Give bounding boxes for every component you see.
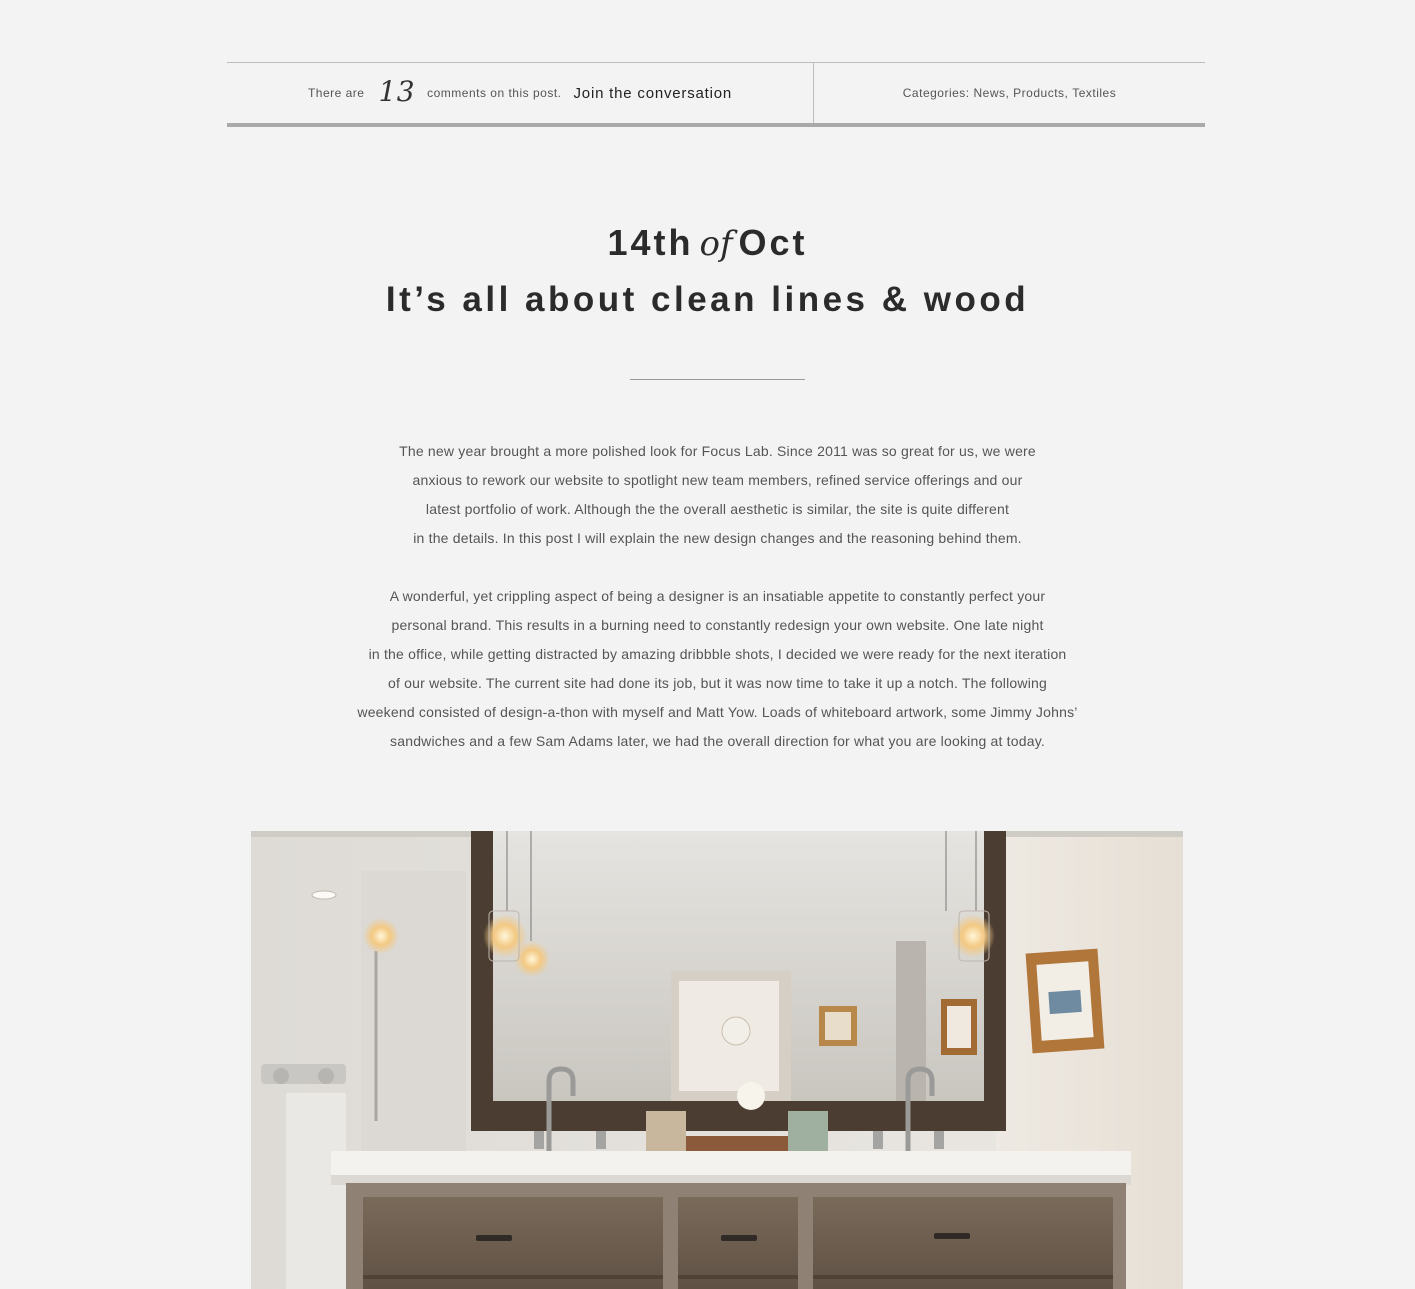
post-date: 14th of Oct xyxy=(0,222,1415,264)
post-date-month: Oct xyxy=(738,222,808,263)
comments-prefix: There are xyxy=(307,86,365,100)
title-divider xyxy=(630,379,805,380)
paragraph-line: A wonderful, yet crippling aspect of bei… xyxy=(389,588,1046,604)
join-conversation-link[interactable]: Join the conversation xyxy=(574,85,733,102)
paragraph-line: weekend consisted of design-a-thon with … xyxy=(357,704,1078,720)
paragraph-line: in the details. In this post I will expl… xyxy=(413,530,1022,546)
paragraph-line: personal brand. This results in a burnin… xyxy=(391,617,1044,633)
post-date-day: 14th xyxy=(607,222,694,263)
category-link-news[interactable]: News xyxy=(973,86,1005,100)
paragraph-line: The new year brought a more polished loo… xyxy=(399,443,1036,459)
category-link-products[interactable]: Products xyxy=(1013,86,1064,100)
bathroom-vanity-illustration xyxy=(251,831,1183,1289)
categories-label: Categories: xyxy=(902,86,970,100)
comments-suffix: comments on this post. xyxy=(427,86,562,100)
comments-count: 13 xyxy=(378,74,416,108)
comments-info: There are 13 comments on this post. Join… xyxy=(227,63,814,123)
post-date-of: of xyxy=(699,224,733,264)
paragraph-line: sandwiches and a few Sam Adams later, we… xyxy=(390,733,1045,749)
post-paragraph-2: A wonderful, yet crippling aspect of bei… xyxy=(300,582,1135,756)
post-hero-image xyxy=(251,831,1183,1289)
paragraph-line: in the office, while getting distracted … xyxy=(368,646,1067,662)
post-paragraph-1: The new year brought a more polished loo… xyxy=(300,437,1135,553)
paragraph-line: of our website. The current site had don… xyxy=(387,675,1047,691)
category-link-textiles[interactable]: Textiles xyxy=(1072,86,1116,100)
categories-info: Categories: News, Products, Textiles xyxy=(902,86,1117,100)
post-title: It’s all about clean lines & wood xyxy=(385,280,1030,319)
paragraph-line: latest portfolio of work. Although the t… xyxy=(425,501,1010,517)
paragraph-line: anxious to rework our website to spotlig… xyxy=(412,472,1023,488)
post-meta-bar: There are 13 comments on this post. Join… xyxy=(227,62,1205,127)
